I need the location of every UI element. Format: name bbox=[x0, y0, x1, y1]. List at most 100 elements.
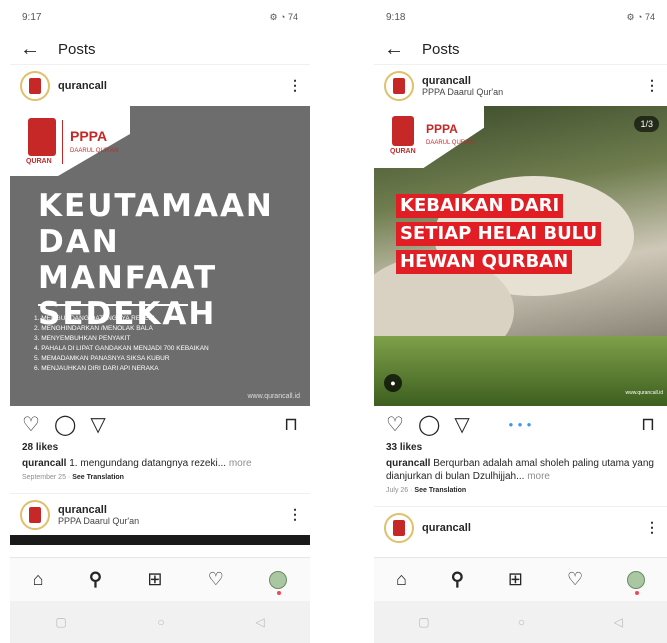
quran-logo-icon bbox=[393, 77, 405, 94]
likes-count[interactable]: 28 likes bbox=[10, 442, 310, 453]
activity-heart-icon[interactable]: ♡ bbox=[567, 569, 583, 590]
profile-icon[interactable] bbox=[269, 570, 288, 595]
pppa-logo: PPPA bbox=[70, 128, 108, 144]
banner-line: HEWAN QURBAN bbox=[396, 250, 573, 274]
recent-apps-icon[interactable]: ▢ bbox=[55, 615, 66, 629]
activity-heart-icon[interactable]: ♡ bbox=[208, 569, 224, 590]
left-phone-screen: 9:17 ⚙ ◔ 74 ← Posts qurancall ⋮ QURAN PP… bbox=[10, 0, 310, 643]
see-translation-link[interactable]: See Translation bbox=[414, 487, 466, 494]
post-location[interactable]: PPPA Daarul Qur'an bbox=[58, 516, 288, 526]
post-username[interactable]: qurancall bbox=[58, 504, 288, 516]
heart-icon[interactable]: ♡ bbox=[386, 412, 404, 437]
post-username[interactable]: qurancall bbox=[58, 80, 288, 92]
top-bar: ← Posts bbox=[374, 34, 667, 64]
avatar[interactable] bbox=[20, 499, 50, 530]
bottom-nav: ⌂ ⚲ ⊞ ♡ bbox=[374, 557, 667, 601]
list-item: 2. MENGHINDARKAN /MENOLAK BALA bbox=[34, 325, 153, 332]
logo-text: QURAN bbox=[390, 148, 416, 155]
next-post-image[interactable] bbox=[10, 535, 310, 545]
avatar[interactable] bbox=[20, 70, 50, 101]
profile-icon[interactable] bbox=[627, 570, 646, 595]
caption-more-link[interactable]: more bbox=[527, 471, 550, 482]
pppa-logo: PPPA bbox=[426, 122, 458, 136]
bookmark-icon[interactable]: ⊓ bbox=[641, 414, 655, 435]
add-post-icon[interactable]: ⊞ bbox=[147, 569, 162, 590]
status-icons: ⚙ ◔ 74 bbox=[269, 11, 298, 22]
share-icon[interactable]: ▽ bbox=[90, 412, 105, 437]
comment-icon[interactable]: ◯ bbox=[54, 412, 76, 437]
back-arrow-icon[interactable]: ← bbox=[20, 38, 50, 61]
home-button-icon[interactable]: ○ bbox=[518, 615, 525, 629]
carousel-dots: ● ● ● bbox=[508, 419, 533, 429]
status-time: 9:18 bbox=[386, 11, 406, 23]
more-options-icon[interactable]: ⋮ bbox=[288, 506, 302, 523]
caption-more-link[interactable]: more bbox=[229, 458, 252, 469]
home-button-icon[interactable]: ○ bbox=[157, 615, 164, 629]
page-title: Posts bbox=[58, 40, 96, 58]
headline-divider bbox=[38, 304, 188, 306]
post-header: qurancall PPPA Daarul Qur'an ⋮ bbox=[374, 64, 667, 106]
caption-username[interactable]: qurancall bbox=[22, 458, 66, 469]
avatar[interactable] bbox=[384, 512, 414, 543]
heart-icon[interactable]: ♡ bbox=[22, 412, 40, 437]
post-header: qurancall ⋮ bbox=[10, 64, 310, 106]
status-bar: 9:18 ⚙ ◔ 74 bbox=[374, 0, 667, 34]
user-tag-icon[interactable]: ● bbox=[384, 374, 402, 392]
image-headline: KEUTAMAAN DAN MANFAAT SEDEKAH bbox=[38, 188, 310, 332]
banner-line: KEBAIKAN DARI bbox=[396, 194, 564, 218]
quran-call-logo-icon bbox=[28, 118, 56, 156]
quran-call-logo-icon bbox=[392, 116, 414, 146]
status-icons: ⚙ ◔ 74 bbox=[626, 11, 655, 22]
comment-icon[interactable]: ◯ bbox=[418, 412, 440, 437]
headline-line: KEUTAMAAN bbox=[38, 188, 274, 224]
search-icon[interactable]: ⚲ bbox=[89, 569, 102, 590]
more-options-icon[interactable]: ⋮ bbox=[645, 519, 659, 536]
share-icon[interactable]: ▽ bbox=[454, 412, 469, 437]
recent-apps-icon[interactable]: ▢ bbox=[418, 615, 429, 629]
status-bar: 9:17 ⚙ ◔ 74 bbox=[10, 0, 310, 34]
bookmark-icon[interactable]: ⊓ bbox=[284, 414, 298, 435]
home-icon[interactable]: ⌂ bbox=[33, 569, 44, 590]
search-icon[interactable]: ⚲ bbox=[451, 569, 464, 590]
back-arrow-icon[interactable]: ← bbox=[384, 38, 414, 61]
notification-dot bbox=[277, 590, 282, 595]
post-caption: qurancall Berqurban adalah amal sholeh p… bbox=[374, 453, 667, 483]
benefits-list: 1. MENGUNDANG DATANGNYA REZEKI 2. MENGHI… bbox=[34, 314, 209, 374]
post-actions: ♡ ◯ ▽ ● ● ● ⊓ bbox=[374, 406, 667, 442]
quran-logo-icon bbox=[393, 519, 405, 536]
logo-text: QURAN bbox=[26, 158, 52, 165]
next-post-header: qurancall ⋮ bbox=[374, 506, 667, 548]
top-bar: ← Posts bbox=[10, 34, 310, 64]
post-image[interactable]: QURAN PPPA DAARUL QUR'AN 1/3 KEBAIKAN DA… bbox=[374, 106, 667, 406]
quran-logo-icon bbox=[29, 77, 41, 94]
more-options-icon[interactable]: ⋮ bbox=[645, 77, 659, 94]
post-username[interactable]: qurancall bbox=[422, 522, 645, 534]
post-meta: September 25 · See Translation bbox=[22, 474, 124, 481]
add-post-icon[interactable]: ⊞ bbox=[508, 569, 523, 590]
post-image[interactable]: QURAN PPPA DAARUL QUR'AN KEUTAMAAN DAN M… bbox=[10, 106, 310, 406]
see-translation-link[interactable]: See Translation bbox=[72, 474, 124, 481]
system-back-icon[interactable]: ◁ bbox=[255, 615, 264, 629]
logo-divider bbox=[62, 120, 63, 164]
list-item: 4. PAHALA DI LIPAT GANDAKAN MENJADI 700 … bbox=[34, 345, 209, 352]
likes-count[interactable]: 33 likes bbox=[374, 442, 667, 453]
post-date: July 26 bbox=[386, 487, 409, 494]
system-nav-bar: ▢ ○ ◁ bbox=[10, 601, 310, 643]
image-footer: www.qurancall.id bbox=[625, 390, 663, 396]
post-location[interactable]: PPPA Daarul Qur'an bbox=[422, 87, 645, 97]
caption-username[interactable]: qurancall bbox=[386, 458, 430, 469]
system-back-icon[interactable]: ◁ bbox=[614, 615, 623, 629]
post-username[interactable]: qurancall bbox=[422, 75, 645, 87]
more-options-icon[interactable]: ⋮ bbox=[288, 77, 302, 94]
avatar[interactable] bbox=[384, 70, 414, 101]
status-time: 9:17 bbox=[22, 11, 42, 23]
home-icon[interactable]: ⌂ bbox=[396, 569, 407, 590]
list-item: 1. MENGUNDANG DATANGNYA REZEKI bbox=[34, 315, 155, 322]
next-post-header: qurancall PPPA Daarul Qur'an ⋮ bbox=[10, 493, 310, 535]
system-nav-bar: ▢ ○ ◁ bbox=[374, 601, 667, 643]
carousel-counter: 1/3 bbox=[634, 116, 659, 132]
list-item: 3. MENYEMBUHKAN PENYAKIT bbox=[34, 335, 131, 342]
headline-line: DAN MANFAAT bbox=[38, 224, 218, 296]
pppa-subtitle: DAARUL QUR'AN bbox=[70, 148, 119, 154]
post-caption: qurancall 1. mengundang datangnya rezeki… bbox=[10, 453, 310, 470]
